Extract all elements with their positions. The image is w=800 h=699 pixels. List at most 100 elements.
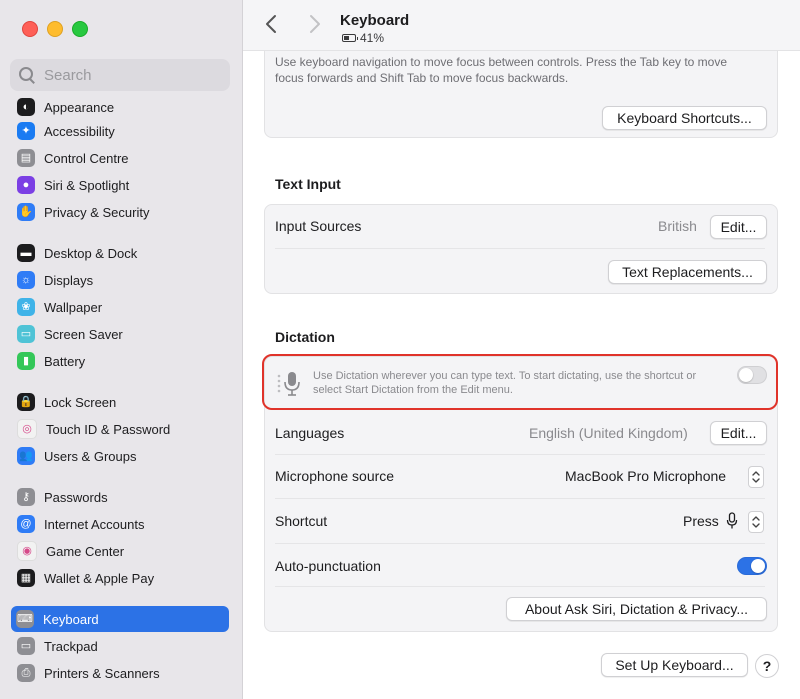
screen-saver-icon: ▭: [17, 325, 35, 343]
window-controls: [22, 21, 88, 37]
keyboard-navigation-help: Use keyboard navigation to move focus be…: [275, 55, 728, 85]
chevron-right-icon: [310, 15, 320, 33]
key-icon: ⚷: [17, 488, 35, 506]
sidebar-item-touch-id-password[interactable]: ◎ Touch ID & Password: [12, 416, 230, 442]
sidebar-item-screen-saver[interactable]: ▭ Screen Saver: [12, 321, 230, 347]
chevron-up-down-icon: [752, 516, 760, 528]
zoom-window-button[interactable]: [72, 21, 88, 37]
sidebar-item-label: Trackpad: [44, 638, 98, 654]
microphone-source-stepper[interactable]: [748, 466, 764, 488]
chevron-up-down-icon: [752, 471, 760, 483]
dictation-highlight-frame: [262, 354, 778, 410]
siri-icon: ●: [17, 176, 35, 194]
dictation-heading: Dictation: [275, 329, 335, 345]
wallpaper-icon: ❀: [17, 298, 35, 316]
sidebar-item-label: Printers & Scanners: [44, 665, 160, 681]
text-replacements-button[interactable]: Text Replacements...: [608, 260, 767, 284]
printer-icon: ⎙: [17, 664, 35, 682]
search-input[interactable]: [44, 66, 214, 84]
input-sources-edit-button[interactable]: Edit...: [710, 215, 767, 239]
battery-icon: ▮: [17, 352, 35, 370]
sidebar-item-lock-screen[interactable]: 🔒 Lock Screen: [12, 389, 230, 415]
hand-icon: ✋: [17, 203, 35, 221]
sidebar-item-label: Displays: [44, 272, 94, 288]
sidebar-item-label: Touch ID & Password: [46, 421, 171, 437]
page-title: Keyboard: [340, 12, 410, 29]
at-icon: @: [17, 515, 35, 533]
sidebar-item-printers-scanners[interactable]: ⎙ Printers & Scanners: [12, 660, 230, 686]
sidebar-item-label: Game Center: [46, 543, 125, 559]
main-content: Keyboard 41% Use keyboard navigation to …: [243, 0, 800, 699]
sidebar-item-label: Wallet & Apple Pay: [44, 570, 155, 586]
shortcut-microphone-icon: [726, 512, 738, 529]
search-field[interactable]: [10, 59, 230, 91]
sidebar-item-game-center[interactable]: ◉ Game Center: [12, 538, 230, 564]
sidebar-item-label: Siri & Spotlight: [44, 177, 130, 193]
sidebar-item-label: Appearance: [44, 99, 115, 115]
sidebar-item-passwords[interactable]: ⚷ Passwords: [12, 484, 230, 510]
shortcut-value[interactable]: Press: [683, 513, 719, 529]
sidebar-item-trackpad[interactable]: ▭ Trackpad: [12, 633, 230, 659]
lock-icon: 🔒: [17, 393, 35, 411]
accessibility-icon: ✦: [17, 122, 35, 140]
sidebar-item-label: Lock Screen: [44, 394, 117, 410]
minimize-window-button[interactable]: [47, 21, 63, 37]
shortcut-stepper[interactable]: [748, 511, 764, 533]
sidebar-item-label: Wallpaper: [44, 299, 103, 315]
sidebar-item-battery[interactable]: ▮ Battery: [12, 348, 230, 374]
chevron-left-icon: [266, 15, 276, 33]
about-siri-dictation-privacy-button[interactable]: About Ask Siri, Dictation & Privacy...: [506, 597, 767, 621]
back-button[interactable]: [261, 14, 281, 36]
sidebar-item-privacy-security[interactable]: ✋ Privacy & Security: [12, 199, 230, 225]
dictation-divider-2: [275, 498, 765, 499]
sidebar-item-displays[interactable]: ☼ Displays: [12, 267, 230, 293]
close-window-button[interactable]: [22, 21, 38, 37]
languages-value: English (United Kingdom): [529, 425, 688, 441]
help-button[interactable]: ?: [755, 654, 779, 678]
appearance-icon: ◐: [17, 98, 35, 116]
sidebar-item-keyboard[interactable]: ⌨ Keyboard: [11, 606, 229, 632]
languages-edit-button[interactable]: Edit...: [710, 421, 767, 445]
users-icon: 👥: [17, 447, 35, 465]
settings-window: ◐ Appearance ✦ Accessibility ▤ Control Centre…: [0, 0, 800, 699]
sidebar-item-label: Accessibility: [44, 123, 115, 139]
battery-level-icon: [342, 34, 358, 42]
sidebar-item-label: Internet Accounts: [44, 516, 145, 532]
sidebar-item-desktop-dock[interactable]: ▬ Desktop & Dock: [12, 240, 230, 266]
keyboard-icon: ⌨: [16, 610, 34, 628]
sidebar: ◐ Appearance ✦ Accessibility ▤ Control Centre…: [0, 0, 243, 699]
sidebar-item-appearance[interactable]: ◐ Appearance: [12, 96, 230, 120]
sidebar-item-label: Desktop & Dock: [44, 245, 138, 261]
battery-percentage: 41%: [360, 31, 385, 45]
input-sources-value: British: [658, 218, 697, 234]
sidebar-item-label: Screen Saver: [44, 326, 123, 342]
toolbar: Keyboard 41%: [243, 0, 800, 51]
wallet-icon: ▦: [17, 569, 35, 587]
sidebar-item-wallet-apple-pay[interactable]: ▦ Wallet & Apple Pay: [12, 565, 230, 591]
text-input-heading: Text Input: [275, 176, 341, 192]
sidebar-item-internet-accounts[interactable]: @ Internet Accounts: [12, 511, 230, 537]
microphone-source-value[interactable]: MacBook Pro Microphone: [565, 468, 726, 484]
control-centre-icon: ▤: [17, 149, 35, 167]
fingerprint-icon: ◎: [17, 419, 37, 439]
auto-punctuation-toggle[interactable]: [737, 557, 767, 575]
dictation-divider-4: [275, 586, 765, 587]
sidebar-item-siri-spotlight[interactable]: ● Siri & Spotlight: [12, 172, 230, 198]
set-up-keyboard-button[interactable]: Set Up Keyboard...: [601, 653, 748, 677]
trackpad-icon: ▭: [17, 637, 35, 655]
dictation-divider-3: [275, 543, 765, 544]
keyboard-shortcuts-button[interactable]: Keyboard Shortcuts...: [602, 106, 767, 130]
displays-icon: ☼: [17, 271, 35, 289]
sidebar-item-users-groups[interactable]: 👥 Users & Groups: [12, 443, 230, 469]
search-icon: [18, 66, 36, 84]
languages-label: Languages: [275, 425, 345, 441]
sidebar-item-wallpaper[interactable]: ❀ Wallpaper: [12, 294, 230, 320]
sidebar-item-control-centre[interactable]: ▤ Control Centre: [12, 145, 230, 171]
input-sources-label: Input Sources: [275, 218, 362, 234]
sidebar-item-label: Privacy & Security: [44, 204, 150, 220]
sidebar-item-label: Passwords: [44, 489, 108, 505]
microphone-source-label: Microphone source: [275, 468, 395, 484]
forward-button[interactable]: [305, 14, 325, 36]
dock-icon: ▬: [17, 244, 35, 262]
sidebar-item-accessibility[interactable]: ✦ Accessibility: [12, 118, 230, 144]
